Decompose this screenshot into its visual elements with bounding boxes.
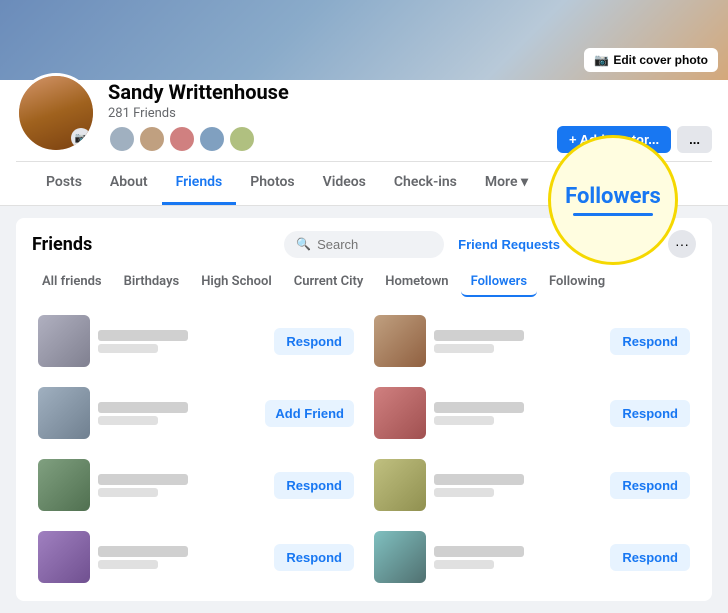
- friends-count: 281 Friends: [108, 106, 557, 121]
- edit-cover-button[interactable]: 📷 Edit cover photo: [584, 48, 718, 72]
- filter-birthdays[interactable]: Birthdays: [114, 268, 190, 297]
- friend-info: [434, 546, 602, 569]
- search-input[interactable]: [317, 237, 432, 252]
- filter-current-city[interactable]: Current City: [284, 268, 374, 297]
- friend-info: [98, 402, 257, 425]
- respond-button[interactable]: Respond: [274, 328, 354, 355]
- friend-card: Respond: [368, 309, 696, 373]
- friend-card: Respond: [368, 525, 696, 589]
- friends-panel: Friends 🔍 Friend Requests Find Friends ·…: [16, 218, 712, 601]
- respond-button[interactable]: Respond: [610, 472, 690, 499]
- profile-section: 📷 Sandy Writtenhouse 281 Friends + Add t…: [0, 80, 728, 206]
- friend-mini-avatar: [198, 125, 226, 153]
- friend-avatar: [38, 315, 90, 367]
- tab-more[interactable]: More ▾: [471, 162, 542, 205]
- filter-hometown[interactable]: Hometown: [375, 268, 458, 297]
- avatar-camera-icon[interactable]: 📷: [71, 128, 91, 148]
- friend-avatar: [38, 459, 90, 511]
- tab-friends[interactable]: Friends: [162, 162, 237, 205]
- respond-button[interactable]: Respond: [610, 400, 690, 427]
- followers-highlight-circle: Followers: [548, 135, 678, 265]
- friend-avatar: [38, 387, 90, 439]
- friend-mutual: [98, 344, 158, 353]
- friend-mutual: [98, 416, 158, 425]
- profile-name: Sandy Writtenhouse: [108, 80, 557, 104]
- friend-name: [434, 474, 524, 485]
- friend-card: Add Friend: [32, 381, 360, 445]
- friend-info: [434, 402, 602, 425]
- filter-high-school[interactable]: High School: [191, 268, 282, 297]
- friend-mutual: [434, 344, 494, 353]
- search-box: 🔍: [284, 231, 444, 258]
- friend-mini-avatar: [168, 125, 196, 153]
- followers-label: Followers: [565, 184, 661, 209]
- profile-name-section: Sandy Writtenhouse 281 Friends: [108, 80, 557, 153]
- friend-info: [98, 330, 266, 353]
- add-friend-button[interactable]: Add Friend: [265, 400, 354, 427]
- friend-mutual: [434, 560, 494, 569]
- friend-avatar: [374, 531, 426, 583]
- friend-name: [98, 402, 188, 413]
- friend-name: [434, 402, 524, 413]
- tab-videos[interactable]: Videos: [309, 162, 380, 205]
- filter-following[interactable]: Following: [539, 268, 615, 297]
- more-profile-button[interactable]: ...: [677, 126, 712, 153]
- respond-button[interactable]: Respond: [610, 544, 690, 571]
- filter-tabs: All friends Birthdays High School Curren…: [32, 268, 696, 297]
- more-options-button[interactable]: ···: [668, 230, 696, 258]
- friend-mutual: [98, 488, 158, 497]
- cover-photo: 📷 Edit cover photo: [0, 0, 728, 80]
- friend-avatar: [374, 315, 426, 367]
- tab-about[interactable]: About: [96, 162, 162, 205]
- tab-photos[interactable]: Photos: [236, 162, 308, 205]
- friend-avatars-row: [108, 125, 557, 153]
- friend-mutual: [434, 416, 494, 425]
- friend-avatar: [374, 387, 426, 439]
- friend-requests-button[interactable]: Friend Requests: [452, 233, 566, 256]
- friend-mutual: [434, 488, 494, 497]
- respond-button[interactable]: Respond: [274, 472, 354, 499]
- search-icon: 🔍: [296, 237, 311, 251]
- friend-card: Respond: [368, 381, 696, 445]
- respond-button[interactable]: Respond: [274, 544, 354, 571]
- friend-avatar: [374, 459, 426, 511]
- friend-card: Respond: [32, 525, 360, 589]
- respond-button[interactable]: Respond: [610, 328, 690, 355]
- friend-card: Respond: [32, 453, 360, 517]
- friend-info: [98, 474, 266, 497]
- avatar: 📷: [16, 73, 96, 153]
- friend-mini-avatar: [228, 125, 256, 153]
- main-content: Friends 🔍 Friend Requests Find Friends ·…: [0, 206, 728, 613]
- followers-underline: [573, 213, 653, 216]
- friend-card: Respond: [368, 453, 696, 517]
- tab-posts[interactable]: Posts: [32, 162, 96, 205]
- friend-name: [98, 330, 188, 341]
- friend-mini-avatar: [108, 125, 136, 153]
- tab-checkins[interactable]: Check-ins: [380, 162, 471, 205]
- friend-mini-avatar: [138, 125, 166, 153]
- friend-info: [434, 474, 602, 497]
- friend-card: Respond: [32, 309, 360, 373]
- friend-name: [434, 546, 524, 557]
- friend-name: [434, 330, 524, 341]
- friend-avatar: [38, 531, 90, 583]
- friend-name: [98, 474, 188, 485]
- camera-icon: 📷: [594, 53, 609, 67]
- friends-grid: Respond Respond: [32, 309, 696, 589]
- friend-mutual: [98, 560, 158, 569]
- filter-followers[interactable]: Followers: [461, 268, 537, 297]
- friends-title: Friends: [32, 234, 276, 255]
- filter-all-friends[interactable]: All friends: [32, 268, 112, 297]
- friend-info: [98, 546, 266, 569]
- friend-info: [434, 330, 602, 353]
- friend-name: [98, 546, 188, 557]
